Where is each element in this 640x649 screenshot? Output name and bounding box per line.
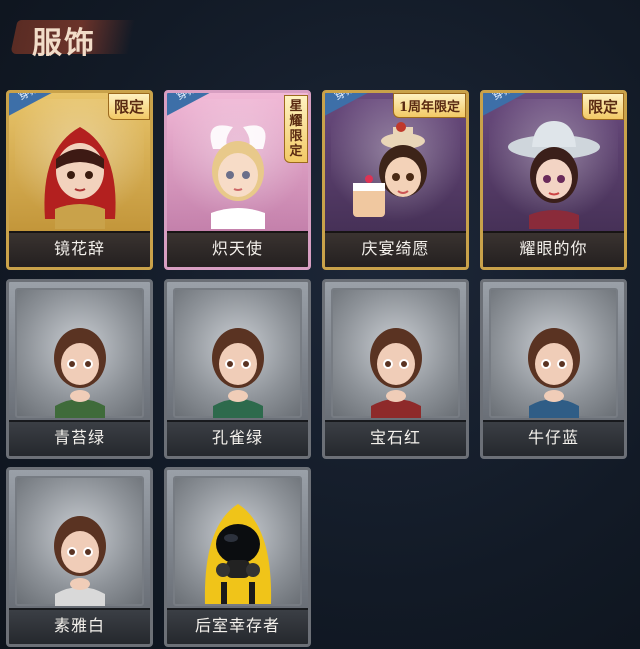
costume-portrait [183,109,293,229]
costume-portrait [499,298,609,418]
costume-portrait [25,298,135,418]
costume-card[interactable]: 穿戴 限定 镜花辞 [6,90,153,270]
limited-badge: 星耀限定 [284,95,308,163]
costume-name: 镜花辞 [53,239,105,258]
costume-portrait [183,298,293,418]
party-portrait-icon [352,122,427,217]
costume-card[interactable]: 牛仔蓝 [480,279,627,459]
limited-badge: 限定 [581,93,624,120]
costume-card[interactable]: 后室幸存者 [164,467,311,647]
girl-white-portrait-icon [53,516,106,606]
costume-portrait [499,109,609,229]
costume-name: 孔雀绿 [211,428,263,447]
costume-portrait [25,109,135,229]
costume-name: 宝石红 [369,428,421,447]
costume-name: 后室幸存者 [194,616,280,635]
page-title: 服饰 [32,26,96,61]
costume-name: 炽天使 [211,239,263,258]
girl-blue-portrait-icon [527,328,580,418]
girl-red-portrait-icon [369,328,422,418]
girl-green-portrait-icon [53,328,106,418]
cowgirl-portrait-icon [507,121,600,229]
costume-portrait [183,486,293,606]
costume-portrait [341,298,451,418]
section-header: 服饰 [10,12,136,61]
costume-card[interactable]: 穿戴 1周年限定 庆宴绮愿 [322,90,469,270]
costume-name: 庆宴绮愿 [361,239,430,258]
costume-name: 青苔绿 [53,428,105,447]
hazmat-portrait-icon [204,504,271,604]
costume-card[interactable]: 穿戴 限定 耀眼的你 [480,90,627,270]
costume-name: 素雅白 [53,616,105,635]
costume-card[interactable]: 穿戴 星耀限定 炽天使 [164,90,311,270]
costume-name: 牛仔蓝 [527,428,579,447]
limited-badge: 限定 [107,93,150,120]
costume-card[interactable]: 素雅白 [6,467,153,647]
red-hood-portrait-icon [43,127,116,229]
costume-card[interactable]: 宝石红 [322,279,469,459]
costume-portrait [341,109,451,229]
costume-card[interactable]: 孔雀绿 [164,279,311,459]
costume-name: 耀眼的你 [519,239,588,258]
angel-portrait-icon [210,125,265,229]
costume-portrait [25,486,135,606]
girl-peacock-portrait-icon [211,328,264,418]
limited-badge: 1周年限定 [392,93,466,118]
costume-card[interactable]: 青苔绿 [6,279,153,459]
